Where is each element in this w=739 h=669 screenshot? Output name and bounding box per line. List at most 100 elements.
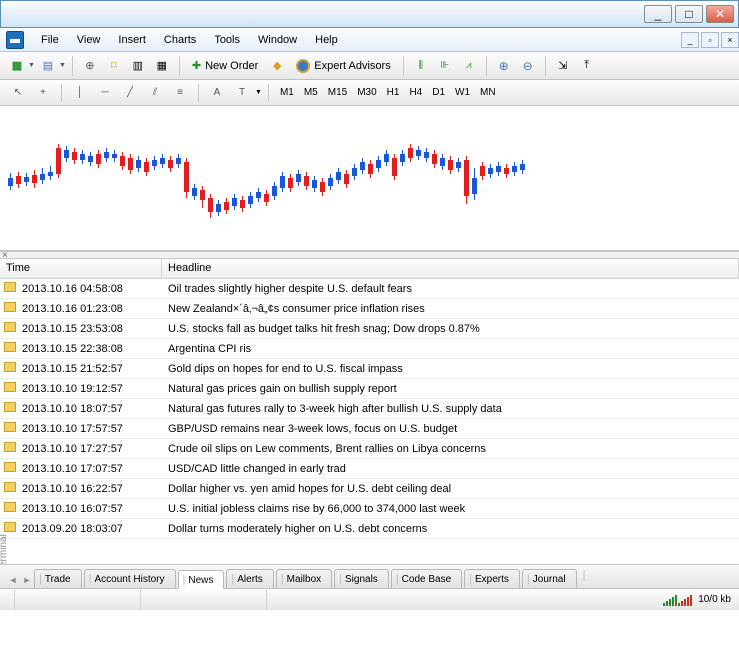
- tab-news[interactable]: |News: [178, 570, 225, 589]
- terminal-button[interactable]: ▦: [151, 55, 173, 77]
- candle: [40, 118, 45, 238]
- new-order-icon: ✚: [192, 59, 201, 72]
- timeframe-h4[interactable]: H4: [404, 83, 427, 102]
- meta-editor-button[interactable]: ◆: [266, 55, 288, 77]
- timeframe-d1[interactable]: D1: [427, 83, 450, 102]
- candlestick-chart-button[interactable]: ⊪: [434, 55, 456, 77]
- timeframe-mn[interactable]: MN: [475, 83, 501, 102]
- window-close-button[interactable]: ✕: [706, 5, 734, 23]
- zoom-out-button[interactable]: ⊖: [517, 55, 539, 77]
- mdi-close-button[interactable]: ×: [721, 32, 739, 48]
- news-icon: [0, 522, 20, 535]
- news-row[interactable]: 2013.10.10 17:57:57GBP/USD remains near …: [0, 419, 739, 439]
- timeframe-m5[interactable]: M5: [299, 83, 323, 102]
- panel-close-icon[interactable]: ×: [2, 250, 8, 261]
- data-window-button[interactable]: ▥: [127, 55, 149, 77]
- menu-insert[interactable]: Insert: [109, 31, 155, 49]
- tab-scroll-left[interactable]: ◄: [6, 572, 20, 588]
- candle: [304, 118, 309, 238]
- timeframe-m15[interactable]: M15: [323, 83, 352, 102]
- news-row[interactable]: 2013.10.10 16:07:57U.S. initial jobless …: [0, 499, 739, 519]
- tab-trade[interactable]: |Trade: [34, 569, 82, 588]
- mdi-minimize-button[interactable]: _: [681, 32, 699, 48]
- menu-help[interactable]: Help: [306, 31, 347, 49]
- candle: [48, 118, 53, 238]
- tab-journal[interactable]: |Journal: [522, 569, 577, 588]
- menu-file[interactable]: File: [32, 31, 68, 49]
- tab-experts[interactable]: |Experts: [464, 569, 520, 588]
- expert-advisors-button[interactable]: Expert Advisors: [290, 56, 396, 76]
- column-headline[interactable]: Headline: [162, 259, 739, 278]
- main-toolbar: ▦▼ ▤▼ ⊕ ⌑ ▥ ▦ ✚ New Order ◆ Expert Advis…: [0, 52, 739, 80]
- line-chart-button[interactable]: ⩘: [458, 55, 480, 77]
- tab-scroll-right[interactable]: ►: [20, 572, 34, 588]
- news-row[interactable]: 2013.10.10 18:07:57Natural gas futures r…: [0, 399, 739, 419]
- candle: [408, 118, 413, 238]
- panel-divider[interactable]: ×: [0, 251, 739, 259]
- news-time: 2013.10.15 21:52:57: [20, 363, 162, 375]
- candle: [240, 118, 245, 238]
- crosshair-tool[interactable]: +: [31, 82, 55, 104]
- text-tool[interactable]: A: [205, 82, 229, 104]
- cursor-tool[interactable]: ↖: [6, 82, 30, 104]
- vertical-line-tool[interactable]: │: [68, 82, 92, 104]
- news-rows: 2013.10.16 04:58:08Oil trades slightly h…: [0, 279, 739, 564]
- news-row[interactable]: 2013.10.10 17:27:57Crude oil slips on Le…: [0, 439, 739, 459]
- news-row[interactable]: 2013.10.16 01:23:08New Zealand×´â‚¬â„¢s …: [0, 299, 739, 319]
- profiles-button[interactable]: ▤: [37, 55, 59, 77]
- news-row[interactable]: 2013.10.10 16:22:57Dollar higher vs. yen…: [0, 479, 739, 499]
- candle: [224, 118, 229, 238]
- menu-window[interactable]: Window: [249, 31, 306, 49]
- news-icon: [0, 342, 20, 355]
- fibonacci-tool[interactable]: ≡: [168, 82, 192, 104]
- candle: [488, 118, 493, 238]
- news-row[interactable]: 2013.10.16 04:58:08Oil trades slightly h…: [0, 279, 739, 299]
- timeframe-m1[interactable]: M1: [275, 83, 299, 102]
- equidistant-channel-tool[interactable]: ⫽: [143, 82, 167, 104]
- timeframe-h1[interactable]: H1: [382, 83, 405, 102]
- menu-charts[interactable]: Charts: [155, 31, 205, 49]
- new-order-button[interactable]: ✚ New Order: [186, 56, 264, 75]
- mdi-restore-button[interactable]: ▫: [701, 32, 719, 48]
- trendline-tool[interactable]: ╱: [118, 82, 142, 104]
- bar-chart-button[interactable]: ⫼: [410, 55, 432, 77]
- candle: [64, 118, 69, 238]
- menu-view[interactable]: View: [68, 31, 110, 49]
- news-row[interactable]: 2013.10.10 17:07:57USD/CAD little change…: [0, 459, 739, 479]
- tab-mailbox[interactable]: |Mailbox: [276, 569, 332, 588]
- tab-signals[interactable]: |Signals: [334, 569, 389, 588]
- news-headline: New Zealand×´â‚¬â„¢s consumer price infl…: [162, 303, 739, 315]
- news-headline: U.S. initial jobless claims rise by 66,0…: [162, 503, 739, 515]
- tab-account-history[interactable]: |Account History: [84, 569, 176, 588]
- news-row[interactable]: 2013.10.15 21:52:57Gold dips on hopes fo…: [0, 359, 739, 379]
- tab-code-base[interactable]: |Code Base: [391, 569, 462, 588]
- candle: [424, 118, 429, 238]
- news-row[interactable]: 2013.10.15 23:53:08U.S. stocks fall as b…: [0, 319, 739, 339]
- window-maximize-button[interactable]: □: [675, 5, 703, 23]
- tab-alerts[interactable]: |Alerts: [226, 569, 273, 588]
- horizontal-line-tool[interactable]: ─: [93, 82, 117, 104]
- candle: [176, 118, 181, 238]
- market-watch-button[interactable]: ⊕: [79, 55, 101, 77]
- timeframe-m30[interactable]: M30: [352, 83, 381, 102]
- candle: [16, 118, 21, 238]
- menu-tools[interactable]: Tools: [205, 31, 249, 49]
- news-time: 2013.10.10 17:27:57: [20, 443, 162, 455]
- window-minimize-button[interactable]: _: [644, 5, 672, 23]
- timeframe-w1[interactable]: W1: [450, 83, 475, 102]
- zoom-in-button[interactable]: ⊕: [493, 55, 515, 77]
- new-chart-button[interactable]: ▦: [6, 55, 28, 77]
- text-label-tool[interactable]: T: [230, 82, 254, 104]
- news-time: 2013.10.10 16:22:57: [20, 483, 162, 495]
- news-row[interactable]: 2013.10.15 22:38:08Argentina CPI ris: [0, 339, 739, 359]
- chart-area[interactable]: [0, 106, 739, 251]
- column-time[interactable]: Time: [0, 259, 162, 278]
- candle: [440, 118, 445, 238]
- news-icon: [0, 322, 20, 335]
- auto-scroll-button[interactable]: ⇲: [552, 55, 574, 77]
- navigator-button[interactable]: ⌑: [103, 55, 125, 77]
- connection-indicator[interactable]: [663, 594, 692, 606]
- news-row[interactable]: 2013.10.10 19:12:57Natural gas prices ga…: [0, 379, 739, 399]
- news-row[interactable]: 2013.09.20 18:03:07Dollar turns moderate…: [0, 519, 739, 539]
- chart-shift-button[interactable]: ⤒: [576, 55, 598, 77]
